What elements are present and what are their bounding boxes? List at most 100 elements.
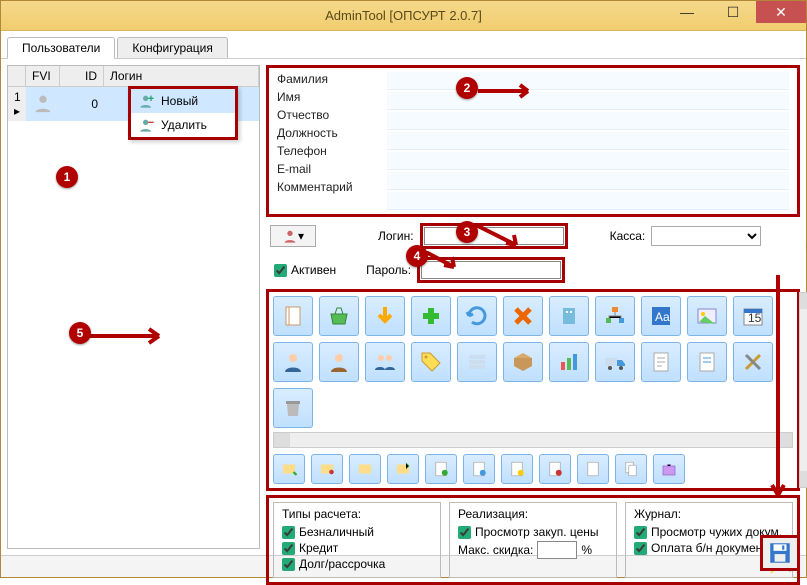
main-tabs: Пользователи Конфигурация	[1, 31, 806, 59]
vertical-scrollbar[interactable]	[799, 292, 807, 488]
perm-notebook-icon[interactable]	[273, 296, 313, 336]
menu-delete-label: Удалить	[161, 118, 207, 132]
label-comment: Комментарий	[277, 180, 387, 194]
sperm-3-icon[interactable]	[349, 454, 381, 484]
password-label: Пароль:	[366, 263, 411, 277]
label-position: Должность	[277, 126, 387, 140]
users-grid: FVI ID Логин 1 ▸ 0 Новый Удалить	[7, 65, 260, 549]
badge-4: 4	[406, 245, 428, 267]
perm-trash-icon[interactable]	[273, 388, 313, 428]
perm-user1-icon[interactable]	[273, 342, 313, 382]
perm-truck-icon[interactable]	[595, 342, 635, 382]
sperm-1-icon[interactable]	[273, 454, 305, 484]
perm-arrow-down-icon[interactable]	[365, 296, 405, 336]
input-lastname[interactable]	[387, 72, 789, 90]
perm-tools-icon[interactable]	[733, 342, 773, 382]
user-type-dropdown[interactable]: ▾	[270, 225, 316, 247]
input-patronymic[interactable]	[387, 112, 789, 130]
col-id[interactable]: ID	[60, 66, 104, 86]
chk-credit[interactable]: Кредит	[282, 541, 432, 555]
perm-basket-icon[interactable]	[319, 296, 359, 336]
badge-5: 5	[69, 322, 91, 344]
minimize-button[interactable]: —	[664, 1, 710, 23]
perm-font-icon[interactable]: Aa	[641, 296, 681, 336]
save-button[interactable]	[760, 535, 800, 571]
arrow-icon	[424, 251, 464, 271]
perm-image-icon[interactable]	[687, 296, 727, 336]
chk-cashless[interactable]: Безналичный	[282, 525, 432, 539]
permissions-panel: Aa 15	[266, 289, 800, 491]
sperm-9-icon[interactable]	[577, 454, 609, 484]
perm-tag-icon[interactable]	[411, 342, 451, 382]
perm-refresh-icon[interactable]	[457, 296, 497, 336]
label-phone: Телефон	[277, 144, 387, 158]
user-add-icon	[139, 93, 155, 109]
perm-delete-icon[interactable]	[503, 296, 543, 336]
perm-chart-icon[interactable]	[549, 342, 589, 382]
right-pane: Фамилия Имя Отчество Должность Телефон E…	[266, 65, 800, 549]
perm-building-icon[interactable]	[549, 296, 589, 336]
input-email[interactable]	[387, 172, 789, 190]
label-lastname: Фамилия	[277, 72, 387, 86]
sales-title: Реализация:	[458, 507, 608, 521]
login-label: Логин:	[378, 229, 414, 243]
perm-doc1-icon[interactable]	[641, 342, 681, 382]
perm-org-icon[interactable]	[595, 296, 635, 336]
sperm-8-icon[interactable]	[539, 454, 571, 484]
input-position[interactable]	[387, 132, 789, 150]
input-firstname[interactable]	[387, 92, 789, 110]
perm-doc2-icon[interactable]	[687, 342, 727, 382]
sperm-6-icon[interactable]	[463, 454, 495, 484]
small-permission-icons	[273, 454, 793, 484]
svg-text:Aa: Aa	[655, 310, 670, 324]
horizontal-scrollbar[interactable]	[273, 432, 793, 448]
max-discount-input[interactable]	[537, 541, 577, 559]
menu-new[interactable]: Новый	[131, 89, 235, 113]
col-login[interactable]: Логин	[104, 66, 259, 86]
svg-text:15: 15	[748, 311, 762, 325]
sperm-11-icon[interactable]	[653, 454, 685, 484]
context-menu: Новый Удалить	[128, 86, 238, 140]
col-fvi[interactable]: FVI	[26, 66, 60, 86]
user-icon	[26, 89, 60, 120]
input-phone[interactable]	[387, 152, 789, 170]
details-panel: Фамилия Имя Отчество Должность Телефон E…	[266, 65, 800, 217]
label-patronymic: Отчество	[277, 108, 387, 122]
menu-delete[interactable]: Удалить	[131, 113, 235, 137]
row-marker: 1 ▸	[8, 87, 26, 121]
arrow-icon	[478, 83, 538, 99]
pct-label: %	[581, 543, 592, 557]
arrow-down-icon	[770, 275, 786, 505]
perm-stack-icon[interactable]	[457, 342, 497, 382]
active-checkbox[interactable]: Активен	[274, 263, 336, 277]
perm-users-icon[interactable]	[365, 342, 405, 382]
maximize-button[interactable]: ☐	[710, 1, 756, 23]
sperm-2-icon[interactable]	[311, 454, 343, 484]
perm-box-icon[interactable]	[503, 342, 543, 382]
close-button[interactable]: ✕	[756, 1, 806, 23]
user-delete-icon	[139, 117, 155, 133]
label-firstname: Имя	[277, 90, 387, 104]
group-payment: Типы расчета: Безналичный Кредит Долг/ра…	[273, 502, 441, 578]
sperm-7-icon[interactable]	[501, 454, 533, 484]
label-email: E-mail	[277, 162, 387, 176]
perm-user2-icon[interactable]	[319, 342, 359, 382]
chk-view-prices[interactable]: Просмотр закуп. цены	[458, 525, 608, 539]
app-window: AdminTool [ОПСУРТ 2.0.7] — ☐ ✕ Пользоват…	[0, 0, 807, 578]
badge-3: 3	[456, 221, 478, 243]
sperm-10-icon[interactable]	[615, 454, 647, 484]
payment-title: Типы расчета:	[282, 507, 432, 521]
perm-calendar-icon[interactable]: 15	[733, 296, 773, 336]
input-comment[interactable]	[387, 192, 789, 210]
sperm-5-icon[interactable]	[425, 454, 457, 484]
tab-config[interactable]: Конфигурация	[117, 37, 228, 58]
kassa-dropdown[interactable]	[651, 226, 761, 246]
grid-header: FVI ID Логин	[8, 66, 259, 87]
sperm-4-icon[interactable]	[387, 454, 419, 484]
tab-users[interactable]: Пользователи	[7, 37, 115, 58]
badge-2: 2	[456, 77, 478, 99]
perm-plus-icon[interactable]	[411, 296, 451, 336]
chk-debt[interactable]: Долг/рассрочка	[282, 557, 432, 571]
journal-title: Журнал:	[634, 507, 784, 521]
arrow-icon	[476, 225, 526, 249]
